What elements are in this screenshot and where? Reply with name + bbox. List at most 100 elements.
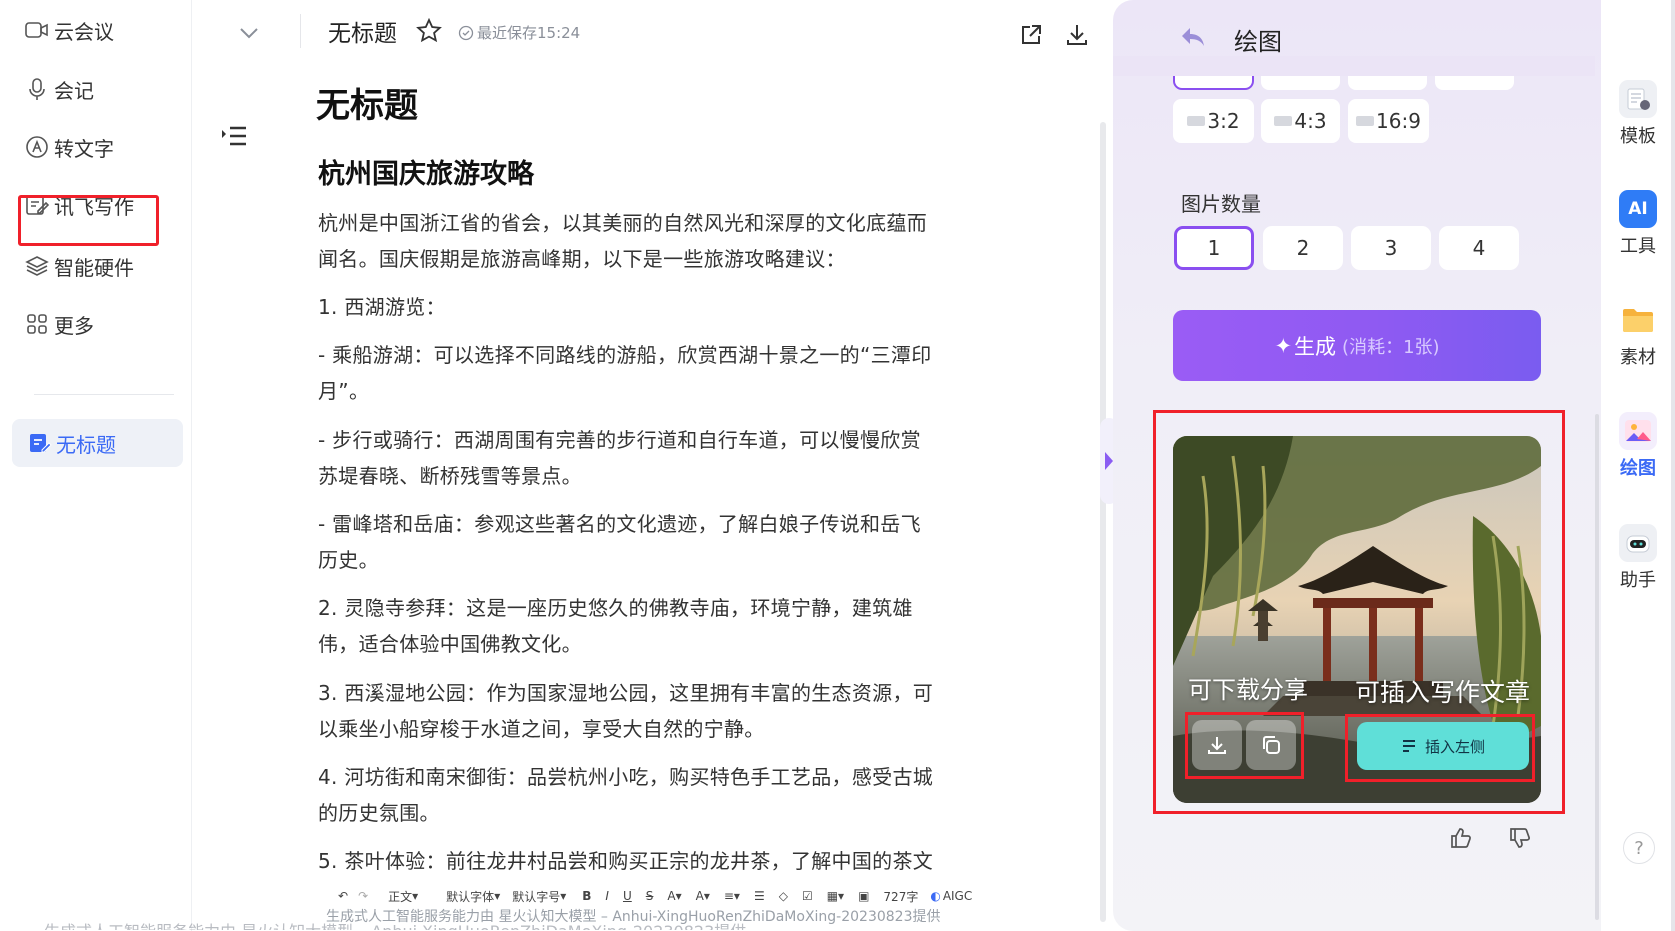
document-line[interactable]: 苏堤春晓、断桥残雪等景点。 <box>318 460 582 489</box>
size-select[interactable]: 默认字号 <box>512 888 560 905</box>
document-line[interactable]: 历史。 <box>318 544 379 573</box>
underline-icon[interactable]: U <box>623 889 632 903</box>
italic-icon[interactable]: I <box>605 889 609 903</box>
document-line[interactable]: 5. 茶叶体验：前往龙井村品尝和购买正宗的龙井茶，了解中国的茶文 <box>318 845 933 874</box>
generate-button[interactable]: ✦ 生成 (消耗：1张) <box>1173 310 1541 381</box>
document-line[interactable]: 1. 西湖游览： <box>318 291 446 320</box>
layers-icon <box>25 256 49 276</box>
nav-item-transcribe[interactable]: 转文字 <box>24 127 114 167</box>
window-edge <box>1671 0 1675 931</box>
app-window: 云会议 会记 转文字 讯飞写作 智能硬件 更多 无标题 无标题 最近保存15:2… <box>0 0 1675 931</box>
panel-scrollbar[interactable] <box>1595 414 1599 920</box>
insert-caption: 可插入写作文章 <box>1355 678 1531 707</box>
ratio-shape-icon <box>1356 116 1375 126</box>
font-select[interactable]: 默认字体 <box>446 888 494 905</box>
ratio-label: 4:3 <box>1294 109 1327 133</box>
aigc-icon: ◐ <box>930 889 941 903</box>
chevron-down-icon[interactable] <box>238 22 260 44</box>
rail-item-template[interactable]: 模板 <box>1601 80 1675 148</box>
clear-format-icon[interactable]: ◇ <box>779 889 788 903</box>
count-option-2[interactable]: 2 <box>1263 226 1343 270</box>
bold-icon[interactable]: B <box>582 889 591 903</box>
document-line[interactable]: 4. 河坊街和南宋御街：品尝杭州小吃，购买特色手工艺品，感受古城 <box>318 761 933 790</box>
thumbs-up-icon[interactable] <box>1449 826 1473 850</box>
count-label: 2 <box>1296 236 1310 260</box>
count-option-3[interactable]: 3 <box>1351 226 1431 270</box>
document-edit-icon <box>30 434 52 453</box>
document-line[interactable]: - 雷峰塔和岳庙：参观这些著名的文化遗迹，了解白娘子传说和岳飞 <box>318 508 921 537</box>
document-subheading[interactable]: 杭州国庆旅游攻略 <box>318 152 534 191</box>
footer-ghost-text: 生成式人工智能服务能力由 星火认知大模型 – Anhui-XingHuoRenZ… <box>44 918 746 930</box>
image-count-label: 图片数量 <box>1181 192 1261 216</box>
folder-icon <box>1619 301 1657 339</box>
ratio-chip-3-2[interactable]: 3:2 <box>1173 99 1254 143</box>
document-line[interactable]: 以乘坐小船穿梭于水道之间，享受大自然的宁静。 <box>318 713 765 742</box>
divider <box>34 394 174 395</box>
generate-cost: (消耗：1张) <box>1342 336 1440 358</box>
table-icon[interactable]: ▦▾ <box>827 889 844 903</box>
nav-label: 转文字 <box>54 136 114 161</box>
rail-item-drawing[interactable]: 绘图 <box>1601 412 1675 480</box>
image-icon[interactable]: ▣ <box>858 889 869 903</box>
share-icon[interactable] <box>1018 22 1044 48</box>
editor-scrollbar[interactable] <box>1100 122 1106 922</box>
nav-item-current-doc[interactable]: 无标题 <box>12 419 183 467</box>
download-icon[interactable] <box>1064 22 1090 48</box>
ratio-chip-4-3[interactable]: 4:3 <box>1261 99 1340 143</box>
insert-label: 插入左侧 <box>1424 737 1485 756</box>
document-heading[interactable]: 无标题 <box>316 78 418 127</box>
count-option-4[interactable]: 4 <box>1439 226 1519 270</box>
document-line[interactable]: 伟，适合体验中国佛教文化。 <box>318 628 582 657</box>
back-arrow-icon[interactable] <box>1180 26 1206 48</box>
style-select[interactable]: 正文 <box>388 888 412 905</box>
rail-item-materials[interactable]: 素材 <box>1601 301 1675 369</box>
rail-item-assistant[interactable]: 助手 <box>1601 524 1675 592</box>
document-line[interactable]: 3. 西溪湿地公园：作为国家湿地公园，这里拥有丰富的生态资源，可 <box>318 677 933 706</box>
thumbs-down-icon[interactable] <box>1508 826 1532 850</box>
count-option-1[interactable]: 1 <box>1174 226 1254 270</box>
rail-label: 绘图 <box>1620 458 1656 479</box>
document-line[interactable]: - 步行或骑行：西湖周围有完善的步行道和自行车道，可以慢慢欣赏 <box>318 424 921 453</box>
chevron-down-icon: ▾ <box>412 889 419 903</box>
insert-left-button[interactable]: 插入左侧 <box>1357 722 1529 770</box>
microphone-icon <box>29 78 45 100</box>
nav-item-meeting[interactable]: 云会议 <box>24 10 114 50</box>
template-icon <box>1619 80 1657 118</box>
document-line[interactable]: 月”。 <box>318 375 369 404</box>
copy-image-button[interactable] <box>1246 720 1296 770</box>
download-image-button[interactable] <box>1192 720 1242 770</box>
nav-label: 智能硬件 <box>54 255 134 280</box>
document-line[interactable]: - 乘船游湖：可以选择不同路线的游船，欣赏西湖十景之一的“三潭印 <box>318 339 932 368</box>
checkbox-icon[interactable]: ☑ <box>802 889 813 903</box>
document-line[interactable]: 闻名。国庆假期是旅游高峰期，以下是一些旅游攻略建议： <box>318 243 846 272</box>
ai-tool-icon: AI <box>1619 190 1657 228</box>
check-circle-icon <box>458 25 474 40</box>
nav-item-notes[interactable]: 会记 <box>24 69 94 109</box>
video-icon <box>25 22 48 38</box>
align-icon[interactable]: ≡▾ <box>724 889 740 903</box>
highlight-color-icon[interactable]: A▾ <box>667 889 681 903</box>
current-doc-label: 无标题 <box>56 432 116 457</box>
outline-toggle-icon[interactable] <box>220 124 250 150</box>
document-line[interactable]: 2. 灵隐寺参拜：这是一座历史悠久的佛教寺庙，环境宁静，建筑雄 <box>318 592 913 621</box>
aigc-label[interactable]: AIGC <box>943 889 972 903</box>
list-icon[interactable]: ☰ <box>754 889 765 903</box>
doc-title[interactable]: 无标题 <box>328 14 397 48</box>
rail-item-tools[interactable]: AI 工具 <box>1601 190 1675 258</box>
star-icon[interactable] <box>416 18 442 44</box>
help-button[interactable]: ? <box>1623 832 1655 864</box>
ratio-chip-16-9[interactable]: 16:9 <box>1348 99 1429 143</box>
undo-icon[interactable]: ↶ <box>338 889 348 903</box>
font-color-icon[interactable]: A▾ <box>696 889 710 903</box>
nav-item-hardware[interactable]: 智能硬件 <box>24 246 134 286</box>
left-sidebar: 云会议 会记 转文字 讯飞写作 智能硬件 更多 无标题 <box>0 0 192 931</box>
divider <box>300 14 301 48</box>
strikethrough-icon[interactable]: S <box>646 889 654 903</box>
nav-label: 更多 <box>54 313 94 338</box>
document-line[interactable]: 杭州是中国浙江省的省会，以其美丽的自然风光和深厚的文化底蕴而 <box>318 207 927 236</box>
painting-icon <box>1619 412 1657 450</box>
document-line[interactable]: 的历史氛围。 <box>318 797 440 826</box>
redo-icon[interactable]: ↷ <box>358 889 368 903</box>
robot-icon <box>1619 524 1657 562</box>
nav-item-more[interactable]: 更多 <box>24 304 94 344</box>
